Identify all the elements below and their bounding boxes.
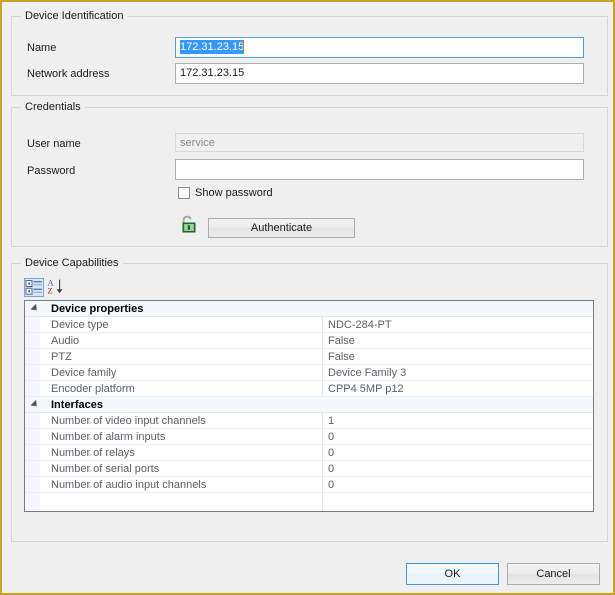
expander-triangle-icon[interactable] — [30, 399, 40, 410]
grid-property-name: Number of relays — [51, 447, 135, 459]
grid-property-value: 1 — [328, 415, 335, 427]
checkbox-box[interactable] — [178, 187, 190, 199]
password-label: Password — [27, 165, 76, 177]
user-name-input: service — [175, 133, 584, 152]
grid-property-row[interactable]: Number of video input channels 1 — [25, 413, 593, 429]
grid-category-label: Interfaces — [51, 399, 103, 411]
name-input-value: 172.31.23.15 — [180, 40, 245, 54]
grid-property-value: Device Family 3 — [328, 367, 407, 379]
show-password-label: Show password — [195, 187, 273, 199]
categorized-view-icon[interactable] — [24, 278, 44, 297]
grid-property-name: Number of alarm inputs — [51, 431, 166, 443]
grid-property-value: 0 — [328, 447, 335, 459]
grid-property-value: 0 — [328, 463, 335, 475]
grid-property-row[interactable]: Number of alarm inputs 0 — [25, 429, 593, 445]
authenticate-button[interactable]: Authenticate — [208, 218, 355, 238]
password-input[interactable] — [175, 159, 584, 180]
grid-property-value: 0 — [328, 479, 335, 491]
grid-property-name: Audio — [51, 335, 80, 347]
ok-button[interactable]: OK — [406, 563, 499, 585]
credentials-title: Credentials — [21, 101, 85, 114]
grid-property-row[interactable]: Device family Device Family 3 — [25, 365, 593, 381]
grid-property-row[interactable]: Number of audio input channels 0 — [25, 477, 593, 493]
user-name-value: service — [180, 137, 215, 149]
name-input[interactable]: 172.31.23.15 — [175, 37, 584, 58]
cancel-button[interactable]: Cancel — [507, 563, 600, 585]
grid-property-name: Device type — [51, 319, 109, 331]
show-password-checkbox[interactable]: Show password — [178, 187, 273, 199]
user-name-label: User name — [27, 138, 81, 150]
network-address-input[interactable]: 172.31.23.15 — [175, 63, 584, 84]
grid-property-name: Number of video input channels — [51, 415, 206, 427]
grid-property-value: NDC-284-PT — [328, 319, 392, 331]
grid-property-row[interactable]: Number of relays 0 — [25, 445, 593, 461]
grid-category-row[interactable]: Interfaces — [25, 397, 593, 413]
device-identification-title: Device Identification — [21, 10, 128, 23]
padlock-unlocked-icon — [179, 215, 197, 233]
grid-property-row[interactable]: Encoder platform CPP4 5MP p12 — [25, 381, 593, 397]
device-capabilities-grid[interactable]: Device properties Device type NDC-284-PT Au… — [24, 300, 594, 512]
grid-property-value: 0 — [328, 431, 335, 443]
grid-category-label: Device properties — [51, 303, 144, 315]
svg-text:Z: Z — [48, 286, 53, 295]
expander-triangle-icon[interactable] — [30, 303, 40, 314]
grid-property-name: Device family — [51, 367, 117, 379]
grid-property-row[interactable]: Number of serial ports 0 — [25, 461, 593, 477]
grid-property-name: PTZ — [51, 351, 72, 363]
grid-property-value: False — [328, 335, 355, 347]
grid-category-row[interactable]: Device properties — [25, 301, 593, 317]
alphabetical-sort-icon[interactable]: A Z — [47, 278, 67, 297]
name-label: Name — [27, 42, 57, 54]
device-capabilities-title: Device Capabilities — [21, 257, 123, 270]
text-caret — [243, 40, 245, 52]
grid-property-value: False — [328, 351, 355, 363]
grid-rows-container: Device properties Device type NDC-284-PT Au… — [25, 301, 593, 493]
grid-property-name: Encoder platform — [51, 383, 135, 395]
network-address-label: Network address — [27, 68, 110, 80]
grid-property-value: CPP4 5MP p12 — [328, 383, 404, 395]
grid-property-row[interactable]: Audio False — [25, 333, 593, 349]
device-configuration-dialog: Device Identification Name 172.31.23.15 … — [0, 0, 615, 595]
grid-property-name: Number of audio input channels — [51, 479, 207, 491]
grid-property-row[interactable]: PTZ False — [25, 349, 593, 365]
network-address-value: 172.31.23.15 — [180, 67, 245, 79]
grid-property-row[interactable]: Device type NDC-284-PT — [25, 317, 593, 333]
grid-property-name: Number of serial ports — [51, 463, 160, 475]
